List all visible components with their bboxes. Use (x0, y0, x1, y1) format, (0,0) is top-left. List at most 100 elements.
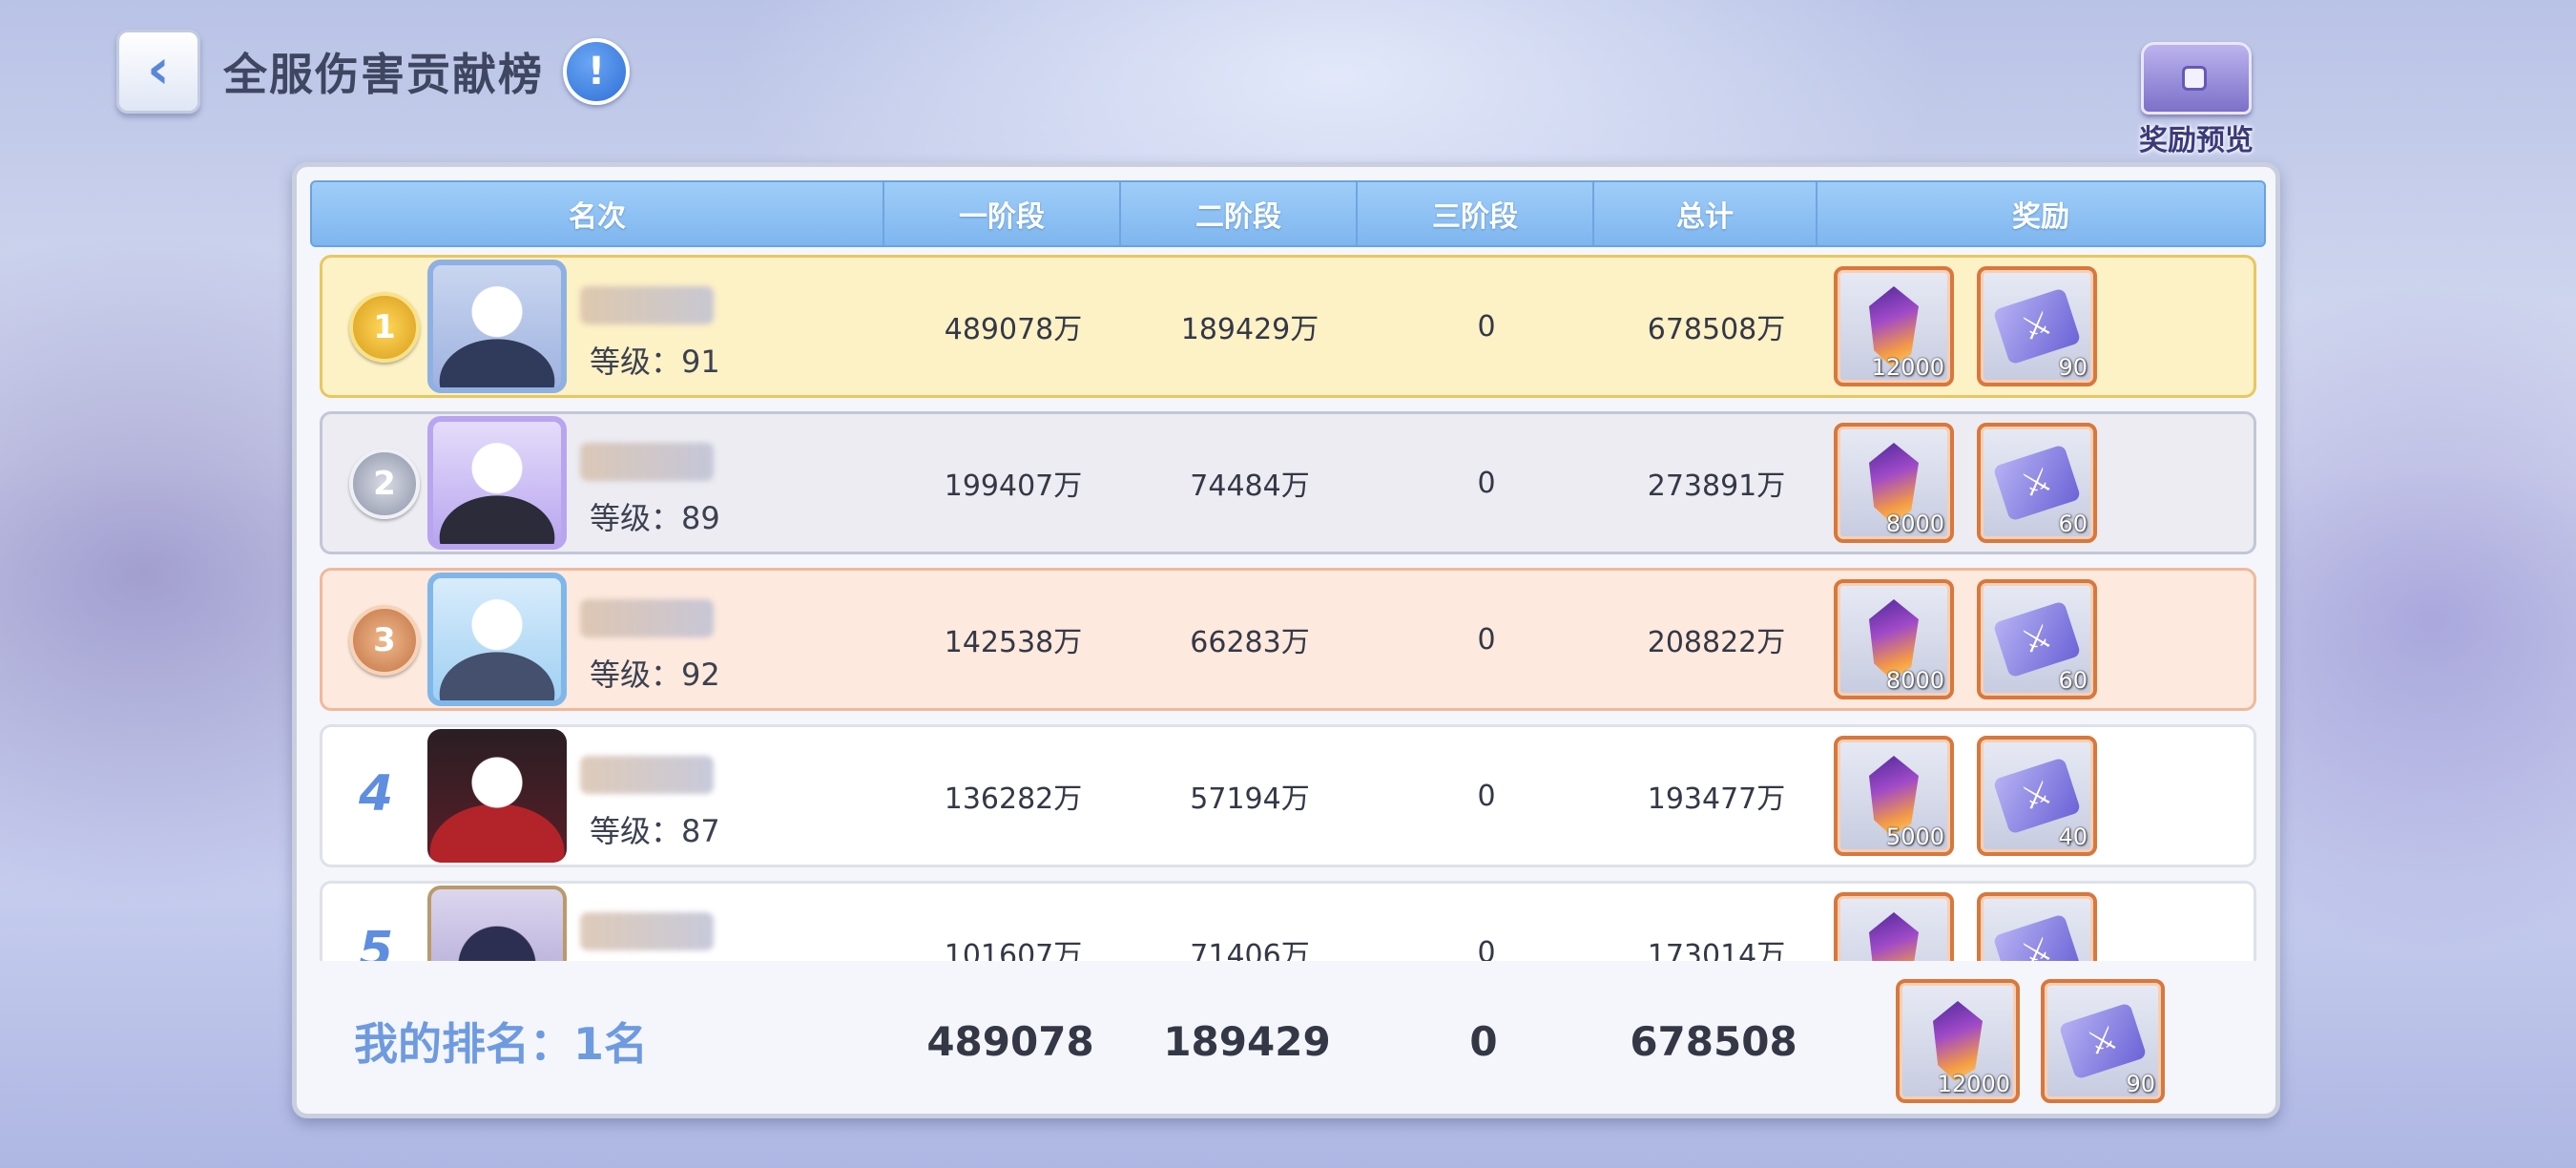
reward-item-crystal[interactable]: 12000 (1834, 266, 1954, 386)
stage2-value: 74484万 (1190, 469, 1310, 503)
rank-cell: 2 等级：89 (322, 414, 895, 552)
rank-cell: 5 (322, 884, 895, 961)
rank-cell: 4 等级：87 (322, 727, 895, 865)
chest-icon (2141, 42, 2252, 115)
back-button[interactable]: ‹ (116, 30, 200, 114)
ranking-list[interactable]: 1 等级：91 489078万 189429万 0 678508万 12000 … (310, 255, 2266, 961)
col-rank: 名次 (312, 182, 884, 245)
total-value: 208822万 (1647, 626, 1786, 659)
item-quantity: 90 (2058, 354, 2088, 381)
silver-medal-icon: 2 (349, 448, 420, 519)
item-quantity: 60 (2058, 511, 2088, 537)
col-stage3: 三阶段 (1358, 182, 1594, 245)
reward-item-ticket[interactable]: ⚔ 90 (2041, 979, 2165, 1103)
player-level: 等级：91 (590, 344, 720, 380)
reward-item-ticket[interactable]: ⚔ (1977, 892, 2097, 961)
total-value: 678508万 (1647, 313, 1786, 346)
stage2-value: 189429万 (1180, 313, 1319, 346)
sword-ticket-icon: ⚔ (1992, 913, 2082, 961)
table-row[interactable]: 5 101607万 71406万 0 173014万 ⚔ (320, 881, 2256, 961)
player-level: 等级：92 (590, 657, 720, 693)
stage3-value: 0 (1477, 779, 1496, 813)
my-total-value: 678508 (1630, 1017, 1797, 1065)
item-quantity: 12000 (1871, 354, 1944, 381)
reward-cell: 8000 ⚔ 60 (1828, 571, 2254, 708)
top-bar: ‹ 全服伤害贡献榜 ! (116, 29, 630, 115)
avatar[interactable] (427, 260, 567, 393)
table-row[interactable]: 2 等级：89 199407万 74484万 0 273891万 8000 ⚔ … (320, 411, 2256, 554)
chevron-left-icon: ‹ (147, 36, 170, 101)
stage2-value: 71406万 (1190, 939, 1310, 961)
reward-item-ticket[interactable]: ⚔ 40 (1977, 736, 2097, 856)
reward-cell: 12000 ⚔ 90 (1828, 258, 2254, 395)
stage3-value: 0 (1477, 935, 1496, 962)
player-level: 等级：87 (590, 813, 720, 849)
stage1-value: 136282万 (944, 782, 1083, 816)
avatar[interactable] (427, 729, 567, 863)
item-quantity: 12000 (1937, 1071, 2010, 1097)
reward-item-crystal[interactable]: 8000 (1834, 423, 1954, 543)
table-row[interactable]: 4 等级：87 136282万 57194万 0 193477万 5000 ⚔ … (320, 724, 2256, 867)
leaderboard-panel: 名次 一阶段 二阶段 三阶段 总计 奖励 1 等级：91 489078万 189… (292, 162, 2280, 1118)
total-value: 173014万 (1647, 939, 1786, 961)
table-header: 名次 一阶段 二阶段 三阶段 总计 奖励 (310, 180, 2266, 247)
item-quantity: 8000 (1885, 667, 1944, 694)
rank-cell: 3 等级：92 (322, 571, 895, 708)
reward-item-crystal[interactable] (1834, 892, 1954, 961)
my-stage1-value: 489078 (926, 1017, 1094, 1065)
col-total: 总计 (1594, 182, 1818, 245)
my-rank-label: 我的排名：1名 (354, 1018, 649, 1070)
crystal-icon (1933, 1001, 1983, 1081)
bronze-medal-icon: 3 (349, 605, 420, 676)
sword-ticket-icon: ⚔ (2058, 1002, 2148, 1080)
item-quantity: 90 (2126, 1071, 2155, 1097)
col-stage1: 一阶段 (884, 182, 1121, 245)
total-value: 193477万 (1647, 782, 1786, 816)
stage3-value: 0 (1477, 309, 1496, 344)
rank-number: 5 (359, 922, 394, 961)
item-quantity: 5000 (1885, 824, 1944, 850)
stage1-value: 101607万 (944, 939, 1083, 961)
table-row[interactable]: 3 等级：92 142538万 66283万 0 208822万 8000 ⚔ … (320, 568, 2256, 711)
stage1-value: 489078万 (944, 313, 1083, 346)
stage3-value: 0 (1477, 622, 1496, 657)
stage2-value: 66283万 (1190, 626, 1310, 659)
reward-cell: 5000 ⚔ 40 (1828, 727, 2254, 865)
reward-item-ticket[interactable]: ⚔ 90 (1977, 266, 2097, 386)
my-reward-cell: 12000 ⚔ 90 (1825, 969, 2275, 1114)
avatar[interactable] (427, 886, 567, 961)
player-level: 等级：89 (590, 500, 720, 536)
gold-medal-icon: 1 (349, 292, 420, 363)
reward-item-ticket[interactable]: ⚔ 60 (1977, 423, 2097, 543)
rank-number: 4 (359, 765, 394, 823)
stage1-value: 142538万 (944, 626, 1083, 659)
reward-preview-button[interactable]: 奖励预览 (2129, 42, 2263, 158)
reward-item-crystal[interactable]: 8000 (1834, 579, 1954, 699)
player-name-blurred (580, 599, 714, 637)
player-name-blurred (580, 756, 714, 794)
player-name-blurred (580, 912, 714, 950)
stage3-value: 0 (1477, 466, 1496, 500)
crystal-icon (1869, 912, 1919, 961)
stage1-value: 199407万 (944, 469, 1083, 503)
total-value: 273891万 (1647, 469, 1786, 503)
table-row[interactable]: 1 等级：91 489078万 189429万 0 678508万 12000 … (320, 255, 2256, 398)
player-name-blurred (580, 443, 714, 481)
stage2-value: 57194万 (1190, 782, 1310, 816)
item-quantity: 60 (2058, 667, 2088, 694)
my-stage3-value: 0 (1469, 1017, 1498, 1065)
reward-preview-label: 奖励预览 (2139, 124, 2254, 157)
col-stage2: 二阶段 (1121, 182, 1358, 245)
item-quantity: 8000 (1885, 511, 1944, 537)
avatar[interactable] (427, 416, 567, 550)
my-rank-bar: 我的排名：1名 489078 189429 0 678508 12000 ⚔ 9… (297, 969, 2275, 1114)
item-quantity: 40 (2058, 824, 2088, 850)
rank-cell: 1 等级：91 (322, 258, 895, 395)
avatar[interactable] (427, 573, 567, 706)
reward-item-ticket[interactable]: ⚔ 60 (1977, 579, 2097, 699)
reward-cell: ⚔ (1828, 884, 2254, 961)
info-button[interactable]: ! (563, 38, 630, 105)
reward-item-crystal[interactable]: 12000 (1896, 979, 2020, 1103)
my-stage2-value: 189429 (1163, 1017, 1331, 1065)
reward-item-crystal[interactable]: 5000 (1834, 736, 1954, 856)
